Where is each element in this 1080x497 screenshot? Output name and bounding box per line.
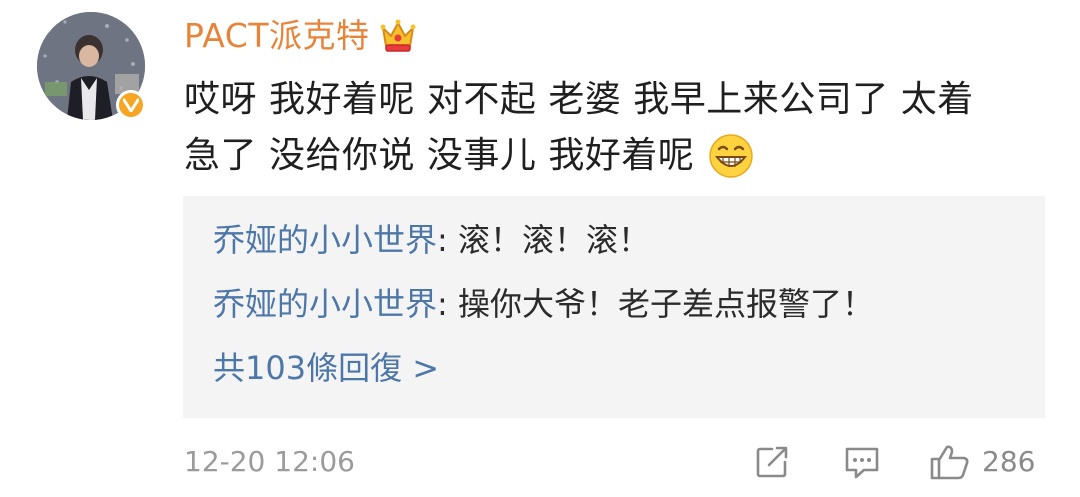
reply-separator: : [437, 221, 458, 259]
crown-icon[interactable] [379, 18, 417, 54]
view-all-replies-link[interactable]: 共103條回復 > [213, 346, 439, 390]
reply-text: 滚！滚！滚！ [457, 221, 650, 259]
comment-text: 哎呀 我好着呢 对不起 老婆 我早上来公司了 太着 急了 没给你说 没事儿 我好… [184, 72, 1044, 184]
reply-username[interactable]: 乔娅的小小世界 [213, 285, 437, 323]
verified-v-icon [116, 90, 146, 120]
comment-line-2: 急了 没给你说 没事儿 我好着呢 [184, 128, 1044, 184]
username[interactable]: PACT派克特 [184, 14, 369, 58]
reply-item[interactable]: 乔娅的小小世界: 滚！滚！滚！ [213, 218, 650, 262]
like-count: 286 [982, 445, 1036, 478]
reply-text: 操你大爷！老子差点报警了！ [457, 285, 874, 323]
comment-card: PACT派克特 哎呀 我好着呢 对不起 老婆 我早上来公司了 太着 急了 没给你… [0, 0, 1080, 497]
like-button[interactable]: 286 [928, 442, 1035, 482]
reply-box[interactable]: 乔娅的小小世界: 滚！滚！滚！ 乔娅的小小世界: 操你大爷！老子差点报警了！ 共… [183, 196, 1045, 418]
comment-line-1: 哎呀 我好着呢 对不起 老婆 我早上来公司了 太着 [184, 79, 974, 120]
share-button[interactable] [752, 442, 792, 482]
comment-icon [845, 447, 879, 479]
reply-username[interactable]: 乔娅的小小世界 [213, 221, 437, 259]
grin-emoji-icon [709, 134, 754, 178]
username-row: PACT派克特 [184, 14, 417, 58]
share-icon [756, 446, 788, 478]
reply-separator: : [437, 285, 458, 323]
reply-button[interactable] [842, 442, 882, 482]
timestamp: 12-20 12:06 [184, 445, 355, 478]
comment-line-2-text: 急了 没给你说 没事儿 我好着呢 [184, 135, 695, 176]
reply-item[interactable]: 乔娅的小小世界: 操你大爷！老子差点报警了！ [213, 282, 874, 326]
thumbs-up-icon [930, 445, 969, 480]
